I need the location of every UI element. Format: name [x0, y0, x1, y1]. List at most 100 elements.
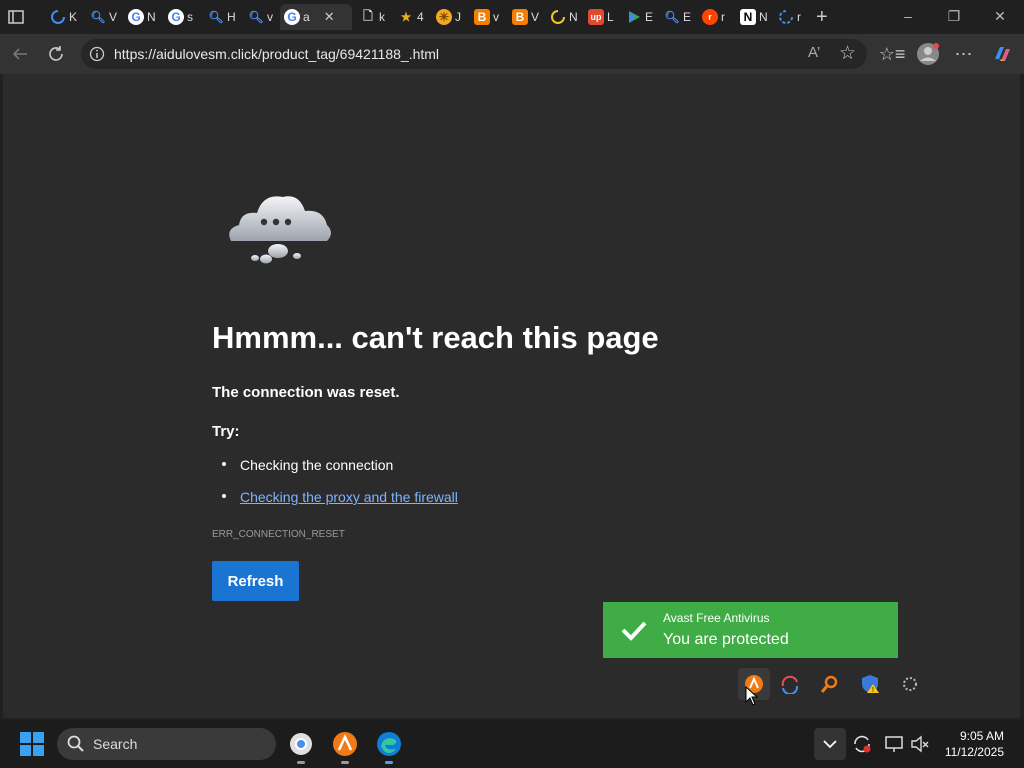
reddit-icon: r — [702, 9, 718, 25]
reload-button[interactable] — [44, 42, 68, 66]
tab-strip: K 🔍︎ V G N G s 🔍︎ H 🔍︎ v G a ✕ 🗋︎ k ★ 4 … — [0, 0, 1024, 34]
tab-18[interactable]: N N — [740, 4, 776, 30]
search-icon: 🔍︎ — [208, 10, 224, 24]
tab-9[interactable]: ★ 4 — [398, 4, 434, 30]
loading-tray-icon[interactable] — [898, 672, 922, 696]
edge-icon — [377, 732, 401, 756]
suggestion-item: Checking the proxy and the firewall — [222, 489, 458, 505]
new-tab-button[interactable]: + — [816, 4, 840, 30]
clock-time: 9:05 AM — [959, 729, 1004, 743]
avast-notification[interactable]: Avast Free Antivirus You are protected — [603, 602, 898, 658]
page-title: Hmmm... can't reach this page — [212, 320, 659, 355]
back-button[interactable] — [8, 42, 32, 66]
sidebar-icon — [8, 10, 24, 24]
avatar — [917, 43, 939, 65]
address-bar[interactable]: https://aidulovesm.click/product_tag/694… — [81, 39, 867, 69]
sync-tray-icon[interactable] — [778, 672, 802, 696]
read-aloud-icon[interactable]: A’ — [808, 44, 820, 61]
try-heading: Try: — [212, 423, 240, 440]
settings-more-button[interactable]: ⋯ — [952, 42, 976, 66]
google-icon: G — [168, 9, 184, 25]
google-icon: G — [284, 9, 300, 25]
back-arrow-icon — [12, 48, 27, 60]
google-icon: G — [128, 9, 144, 25]
tab-8[interactable]: 🗋︎ k — [360, 4, 396, 30]
tab-15[interactable]: E — [626, 4, 662, 30]
tab-17[interactable]: r r — [702, 4, 738, 30]
chrome-taskbar-button[interactable] — [285, 728, 317, 764]
reload-icon — [49, 46, 63, 61]
favorites-icon: ☆≡ — [878, 43, 906, 64]
file-icon: 🗋︎ — [363, 8, 373, 23]
close-window-button[interactable]: ✕ — [980, 4, 1020, 28]
system-clock[interactable]: 9:05 AM 11/12/2025 — [945, 728, 1004, 760]
tab-1[interactable]: K — [50, 4, 86, 30]
favorites-button[interactable]: ☆≡ — [878, 42, 906, 66]
tab-5[interactable]: 🔍︎ H — [208, 4, 244, 30]
tab-16[interactable]: 🔍︎ E — [664, 4, 700, 30]
bullet-icon — [222, 462, 226, 467]
taskbar-search[interactable]: Search — [57, 728, 276, 760]
clock-date: 11/12/2025 — [944, 745, 1004, 759]
avast-icon — [333, 732, 357, 756]
suggestion-item: Checking the connection — [222, 457, 393, 473]
chevron-down-icon — [823, 740, 837, 749]
loading-icon — [50, 9, 66, 25]
proxy-firewall-link[interactable]: Checking the proxy and the firewall — [240, 489, 458, 505]
close-tab-icon[interactable]: ✕ — [324, 9, 335, 25]
volume-muted-icon[interactable] — [904, 728, 936, 760]
refresh-button[interactable]: Refresh — [212, 561, 299, 601]
sidebar-toggle-button[interactable] — [8, 4, 32, 30]
profile-button[interactable] — [916, 42, 940, 66]
notion-icon: N — [740, 9, 756, 25]
search-icon: 🔍︎ — [90, 10, 106, 24]
windows-icon — [20, 732, 44, 756]
copilot-button[interactable] — [990, 42, 1014, 66]
tab-13[interactable]: N — [550, 4, 586, 30]
magnifier-tray-icon[interactable] — [818, 672, 842, 696]
tab-14[interactable]: up L — [588, 4, 624, 30]
tray-overflow-flyout: ! — [730, 664, 930, 704]
taskbar: Search 9:05 AM 11/12/2025 — [0, 720, 1024, 768]
tab-3[interactable]: G N — [128, 4, 164, 30]
star-icon: ★ — [400, 10, 412, 24]
tab-2[interactable]: 🔍︎ V — [90, 4, 126, 30]
tab-6[interactable]: 🔍︎ v — [248, 4, 284, 30]
more-icon: ⋯ — [954, 43, 974, 64]
sync-status-icon[interactable] — [846, 728, 878, 760]
running-indicator — [297, 761, 305, 764]
play-icon — [626, 9, 642, 25]
notification-app-name: Avast Free Antivirus — [663, 611, 770, 625]
tab-10[interactable]: ☀ J — [436, 4, 472, 30]
blogger-icon: B — [474, 9, 490, 25]
security-warning-tray-icon[interactable]: ! — [858, 672, 882, 696]
running-indicator — [385, 761, 393, 764]
svg-text:!: ! — [872, 687, 874, 694]
cloud-icon — [229, 196, 331, 264]
tab-11[interactable]: B v — [474, 4, 510, 30]
loading-icon — [778, 9, 794, 25]
start-button[interactable] — [16, 728, 48, 760]
error-reason: The connection was reset. — [212, 384, 400, 401]
tab-4[interactable]: G s — [168, 4, 204, 30]
info-icon[interactable] — [89, 46, 105, 62]
error-code: ERR_CONNECTION_RESET — [212, 529, 345, 540]
avast-taskbar-button[interactable] — [329, 728, 361, 764]
chrome-icon — [290, 733, 312, 755]
bullet-icon — [222, 494, 226, 499]
mouse-cursor-icon — [745, 686, 759, 706]
restore-button[interactable]: ❐ — [934, 4, 974, 28]
upwork-icon: up — [588, 9, 604, 25]
blogger-icon: B — [512, 9, 528, 25]
edge-taskbar-button[interactable] — [373, 728, 405, 764]
url-text[interactable]: https://aidulovesm.click/product_tag/694… — [114, 46, 439, 62]
tab-19[interactable]: r — [778, 4, 814, 30]
tab-active[interactable]: G a ✕ — [280, 4, 352, 30]
tab-12[interactable]: B V — [512, 4, 548, 30]
favorite-star-icon[interactable]: ☆ — [839, 42, 856, 65]
ring-icon — [550, 9, 566, 25]
minimize-button[interactable]: – — [888, 4, 928, 28]
show-hidden-icons-button[interactable] — [814, 728, 846, 760]
copilot-icon — [995, 47, 1010, 61]
search-icon: 🔍︎ — [248, 10, 264, 24]
